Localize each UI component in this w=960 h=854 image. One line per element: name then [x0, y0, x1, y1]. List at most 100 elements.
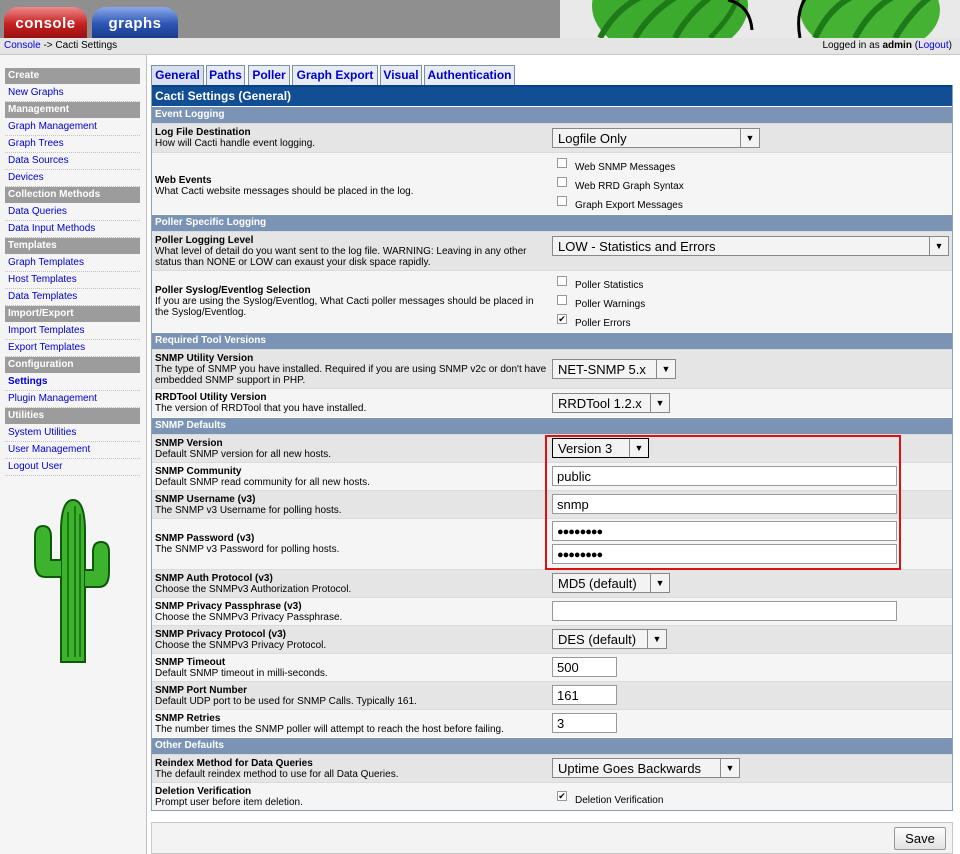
- sidebar-item[interactable]: Devices: [5, 170, 140, 187]
- sidebar-section-header: Management: [5, 102, 140, 118]
- select-value: LOW - Statistics and Errors: [558, 239, 716, 254]
- sidebar-section-header: Configuration: [5, 357, 140, 373]
- select-value: MD5 (default): [558, 576, 637, 591]
- sidebar-item[interactable]: New Graphs: [5, 85, 140, 102]
- section-tool-versions: Required Tool Versions: [152, 332, 952, 349]
- poller-errors-checkbox[interactable]: ✔: [557, 314, 567, 324]
- row-title: Web Events: [155, 175, 212, 186]
- snmp-password-confirm-field[interactable]: ●●●●●●●●: [552, 544, 897, 564]
- row-desc: Prompt user before item deletion.: [155, 797, 303, 808]
- snmp-password-field[interactable]: ●●●●●●●●: [552, 521, 897, 541]
- sidebar-item[interactable]: Import Templates: [5, 323, 140, 340]
- row-title: Poller Logging Level: [155, 235, 254, 246]
- row-title: SNMP Port Number: [155, 685, 248, 696]
- row-snmp-username: SNMP Username (v3) The SNMP v3 Username f…: [152, 490, 952, 518]
- checkbox-label: Graph Export Messages: [575, 200, 683, 211]
- deletion-verification-checkbox[interactable]: ✔: [557, 791, 567, 801]
- sidebar-item[interactable]: Data Queries: [5, 204, 140, 221]
- sidebar-item[interactable]: User Management: [5, 442, 140, 459]
- sidebar-item[interactable]: Data Input Methods: [5, 221, 140, 238]
- sidebar-item[interactable]: Settings: [5, 374, 140, 391]
- select-value: Version 3: [558, 441, 613, 456]
- snmp-retries-field[interactable]: 3: [552, 713, 617, 733]
- cactus-banner-art: [560, 0, 960, 38]
- sidebar-item[interactable]: Graph Templates: [5, 255, 140, 272]
- settings-panel: Cacti Settings (General) Event Logging L…: [151, 85, 953, 811]
- row-privacy-passphrase: SNMP Privacy Passphrase (v3) Choose the S…: [152, 597, 952, 625]
- checkbox-label: Deletion Verification: [575, 795, 664, 806]
- auth-protocol-select[interactable]: MD5 (default) ▼: [552, 573, 670, 593]
- snmp-community-field[interactable]: public: [552, 466, 897, 486]
- row-snmp-community: SNMP Community Default SNMP read communit…: [152, 462, 952, 490]
- web-snmp-checkbox[interactable]: [557, 158, 567, 168]
- log-destination-select[interactable]: Logfile Only ▼: [552, 128, 760, 148]
- section-poller-logging: Poller Specific Logging: [152, 214, 952, 231]
- row-poller-logging-level: Poller Logging Level What level of detail…: [152, 231, 952, 270]
- tab-visual[interactable]: Visual: [380, 65, 422, 85]
- breadcrumb-console-link[interactable]: Console: [4, 40, 41, 51]
- poller-warnings-checkbox[interactable]: [557, 295, 567, 305]
- settings-tab-strip: General Paths Poller Graph Export Visual…: [151, 63, 953, 85]
- select-value: Logfile Only: [558, 131, 627, 146]
- sidebar-section-header: Templates: [5, 238, 140, 254]
- sidebar-menu: Create New Graphs Management Graph Manageme…: [5, 68, 140, 476]
- graphs-tab[interactable]: graphs: [92, 7, 178, 38]
- sidebar-section-header: Create: [5, 68, 140, 84]
- snmp-username-field[interactable]: snmp: [552, 494, 897, 514]
- tab-general[interactable]: General: [151, 65, 204, 85]
- snmp-port-field[interactable]: 161: [552, 685, 617, 705]
- checkbox-label: Poller Statistics: [575, 280, 644, 291]
- row-desc: The SNMP v3 Password for polling hosts.: [155, 544, 340, 555]
- row-title: SNMP Timeout: [155, 657, 226, 668]
- snmp-timeout-field[interactable]: 500: [552, 657, 617, 677]
- snmp-utility-select[interactable]: NET-SNMP 5.x ▼: [552, 359, 676, 379]
- row-desc: The version of RRDTool that you have ins…: [155, 403, 367, 414]
- tab-poller[interactable]: Poller: [248, 65, 290, 85]
- reindex-method-select[interactable]: Uptime Goes Backwards ▼: [552, 758, 740, 778]
- row-snmp-timeout: SNMP Timeout Default SNMP timeout in mill…: [152, 653, 952, 681]
- row-desc: The number times the SNMP poller will at…: [155, 724, 504, 735]
- rrdtool-version-select[interactable]: RRDTool 1.2.x ▼: [552, 393, 670, 413]
- sidebar-item[interactable]: Graph Trees: [5, 136, 140, 153]
- tab-authentication[interactable]: Authentication: [424, 65, 515, 85]
- chevron-down-icon: ▼: [929, 237, 948, 255]
- row-title: SNMP Utility Version: [155, 353, 254, 364]
- sidebar-item[interactable]: Data Templates: [5, 289, 140, 306]
- sidebar-item[interactable]: Plugin Management: [5, 391, 140, 408]
- row-desc: Choose the SNMPv3 Privacy Passphrase.: [155, 612, 343, 623]
- privacy-passphrase-field[interactable]: [552, 601, 897, 621]
- section-other-defaults: Other Defaults: [152, 737, 952, 754]
- row-log-destination: Log File Destination How will Cacti handl…: [152, 123, 952, 152]
- row-desc: The type of SNMP you have installed. Req…: [155, 364, 547, 386]
- row-title: Poller Syslog/Eventlog Selection: [155, 285, 311, 296]
- chevron-down-icon: ▼: [740, 129, 759, 147]
- poller-statistics-checkbox[interactable]: [557, 276, 567, 286]
- sidebar-item[interactable]: Graph Management: [5, 119, 140, 136]
- row-privacy-protocol: SNMP Privacy Protocol (v3) Choose the SNM…: [152, 625, 952, 653]
- sidebar-item[interactable]: Data Sources: [5, 153, 140, 170]
- row-snmp-version: SNMP Version Default SNMP version for all…: [152, 434, 952, 462]
- sidebar-item[interactable]: System Utilities: [5, 425, 140, 442]
- console-tab[interactable]: console: [4, 7, 87, 38]
- login-username: admin: [882, 40, 912, 51]
- sidebar: Create New Graphs Management Graph Manageme…: [0, 55, 147, 854]
- web-rrd-checkbox[interactable]: [557, 177, 567, 187]
- privacy-protocol-select[interactable]: DES (default) ▼: [552, 629, 667, 649]
- graph-export-checkbox[interactable]: [557, 196, 567, 206]
- row-title: Reindex Method for Data Queries: [155, 758, 313, 769]
- snmp-version-select[interactable]: Version 3 ▼: [552, 438, 649, 458]
- row-snmp-retries: SNMP Retries The number times the SNMP po…: [152, 709, 952, 737]
- panel-title: Cacti Settings (General): [152, 85, 952, 106]
- row-desc: Default UDP port to be used for SNMP Cal…: [155, 696, 417, 707]
- tab-paths[interactable]: Paths: [206, 65, 245, 85]
- select-value: NET-SNMP 5.x: [558, 362, 646, 377]
- sidebar-item[interactable]: Host Templates: [5, 272, 140, 289]
- tab-graph-export[interactable]: Graph Export: [292, 65, 378, 85]
- save-button[interactable]: Save: [894, 827, 946, 850]
- sidebar-item[interactable]: Logout User: [5, 459, 140, 476]
- sidebar-item[interactable]: Export Templates: [5, 340, 140, 357]
- poller-logging-level-select[interactable]: LOW - Statistics and Errors ▼: [552, 236, 949, 256]
- save-bar: Save: [151, 822, 953, 854]
- sidebar-section-header: Import/Export: [5, 306, 140, 322]
- logout-link[interactable]: Logout: [918, 40, 949, 51]
